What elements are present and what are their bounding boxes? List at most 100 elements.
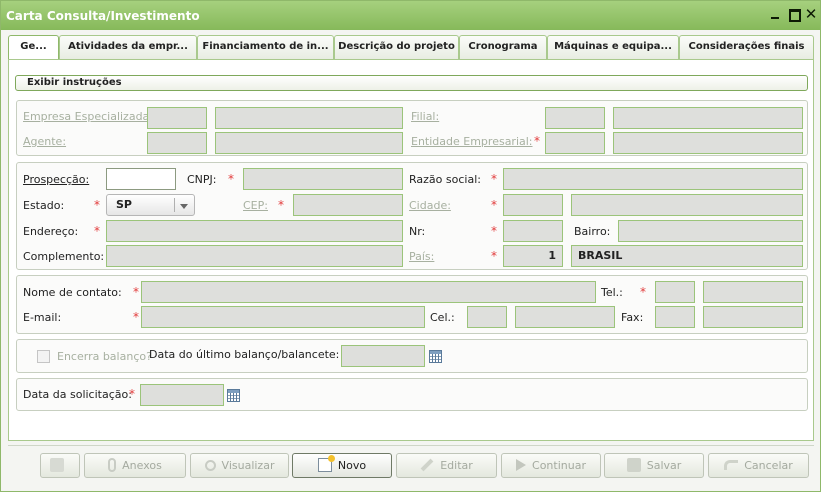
tab-descricao[interactable]: Descrição do projeto — [334, 35, 459, 59]
undo-arrow-icon — [724, 460, 739, 470]
magnifier-icon — [204, 459, 216, 471]
endereco-field — [106, 220, 403, 242]
entidade-name-field — [613, 132, 803, 154]
editar-label: Editar — [440, 459, 473, 472]
salvar-button[interactable]: Salvar — [604, 453, 704, 478]
cep-label[interactable]: CEP: — [243, 199, 268, 212]
chevron-down-icon[interactable] — [180, 204, 188, 209]
show-instructions-button[interactable]: Exibir instruções — [15, 75, 808, 91]
required-mark: * — [278, 198, 284, 212]
filial-code-field — [545, 107, 605, 129]
email-field — [141, 306, 425, 328]
maximize-icon[interactable] — [787, 7, 801, 22]
cancelar-label: Cancelar — [744, 459, 793, 472]
contato-field — [141, 281, 596, 303]
email-label: E-mail: — [23, 311, 62, 324]
complemento-field — [106, 245, 403, 267]
fieldset-agent: Empresa Especializada: Filial: Agente: E… — [16, 100, 808, 156]
continuar-button[interactable]: Continuar — [501, 453, 601, 478]
save-disk-icon — [626, 458, 641, 472]
visualizar-label: Visualizar — [221, 459, 275, 472]
tel-number-field — [703, 281, 803, 303]
agente-code-field — [147, 132, 207, 154]
prospeccao-label[interactable]: Prospecção: — [23, 173, 89, 186]
checklist-button[interactable] — [40, 453, 80, 478]
tab-maquinas[interactable]: Máquinas e equipa... — [547, 35, 679, 59]
form-panel: Exibir instruções Empresa Especializada:… — [8, 59, 814, 441]
pais-name-field: BRASIL — [571, 245, 803, 267]
nr-field — [503, 220, 563, 242]
prospeccao-input[interactable] — [106, 168, 176, 190]
filial-name-field — [613, 107, 803, 129]
cidade-code-field — [503, 194, 563, 216]
cnpj-label: CNPJ: — [187, 173, 217, 186]
editar-button[interactable]: Editar — [396, 453, 497, 478]
novo-label: Novo — [337, 459, 367, 472]
window: Carta Consulta/Investimento ✕ Ge... Ativ… — [0, 0, 821, 492]
calendar-icon[interactable] — [227, 389, 240, 402]
cidade-label[interactable]: Cidade: — [409, 199, 451, 212]
complemento-label: Complemento: — [23, 250, 105, 263]
cel-label: Cel.: — [430, 311, 455, 324]
razao-label: Razão social: — [409, 173, 481, 186]
estado-label: Estado: — [23, 199, 65, 212]
checklist-icon — [50, 458, 64, 472]
estado-select[interactable]: SP — [106, 194, 195, 216]
required-mark: * — [640, 285, 646, 299]
agente-label[interactable]: Agente: — [23, 135, 66, 148]
entidade-label[interactable]: Entidade Empresarial: — [411, 135, 533, 148]
razao-field — [503, 168, 803, 190]
tab-consideracoes[interactable]: Considerações finais — [679, 35, 814, 59]
tab-geral[interactable]: Ge... — [8, 35, 59, 61]
data-solicitacao-field — [140, 384, 224, 406]
empresa-name-field — [215, 107, 403, 129]
tab-cronograma[interactable]: Cronograma — [459, 35, 547, 59]
select-divider — [174, 198, 175, 212]
visualizar-button[interactable]: Visualizar — [190, 453, 289, 478]
fieldset-company: Prospecção: CNPJ: * Razão social: * Esta… — [16, 162, 808, 270]
novo-button[interactable]: Novo — [292, 453, 392, 478]
required-mark: * — [133, 310, 139, 324]
endereco-label: Endereço: — [23, 225, 79, 238]
fieldset-contact: Nome de contato: * Tel.: * E-mail: * Cel… — [16, 275, 808, 334]
required-mark: * — [133, 285, 139, 299]
action-bar: Anexos Visualizar Novo Editar Continuar … — [8, 445, 814, 484]
tab-financiamento[interactable]: Financiamento de in... — [197, 35, 334, 59]
cidade-name-field — [571, 194, 803, 216]
required-mark: * — [491, 249, 497, 263]
cep-field — [293, 194, 403, 216]
calendar-icon[interactable] — [429, 350, 442, 363]
encerra-balanco-checkbox[interactable] — [37, 350, 50, 363]
filial-label[interactable]: Filial: — [411, 110, 439, 123]
required-mark: * — [534, 134, 540, 148]
window-title: Carta Consulta/Investimento — [6, 9, 200, 23]
required-mark: * — [491, 172, 497, 186]
continuar-label: Continuar — [532, 459, 586, 472]
required-mark: * — [129, 387, 135, 401]
entidade-code-field — [545, 132, 605, 154]
fax-label: Fax: — [621, 311, 644, 324]
required-mark: * — [228, 172, 234, 186]
estado-value: SP — [116, 198, 132, 211]
empresa-label[interactable]: Empresa Especializada: — [23, 110, 153, 123]
agente-name-field — [215, 132, 403, 154]
fax-number-field — [703, 306, 803, 328]
anexos-button[interactable]: Anexos — [84, 453, 186, 478]
new-document-icon — [317, 455, 335, 472]
cancelar-button[interactable]: Cancelar — [708, 453, 809, 478]
contato-label: Nome de contato: — [23, 286, 122, 299]
pais-label[interactable]: País: — [409, 250, 434, 263]
tab-atividades[interactable]: Atividades da empr... — [59, 35, 197, 59]
fieldset-balance: Encerra balanço? Data do último balanço/… — [16, 339, 808, 373]
data-balanco-field — [341, 345, 425, 367]
pencil-icon — [420, 458, 434, 472]
minimize-icon[interactable] — [768, 7, 782, 21]
salvar-label: Salvar — [646, 459, 682, 472]
required-mark: * — [94, 224, 100, 238]
tel-ddd-field — [655, 281, 695, 303]
empresa-code-field — [147, 107, 207, 129]
tel-label: Tel.: — [601, 286, 623, 299]
fieldset-request: Data da solicitação: * — [16, 378, 808, 411]
cel-number-field — [515, 306, 615, 328]
close-icon[interactable]: ✕ — [804, 7, 818, 22]
